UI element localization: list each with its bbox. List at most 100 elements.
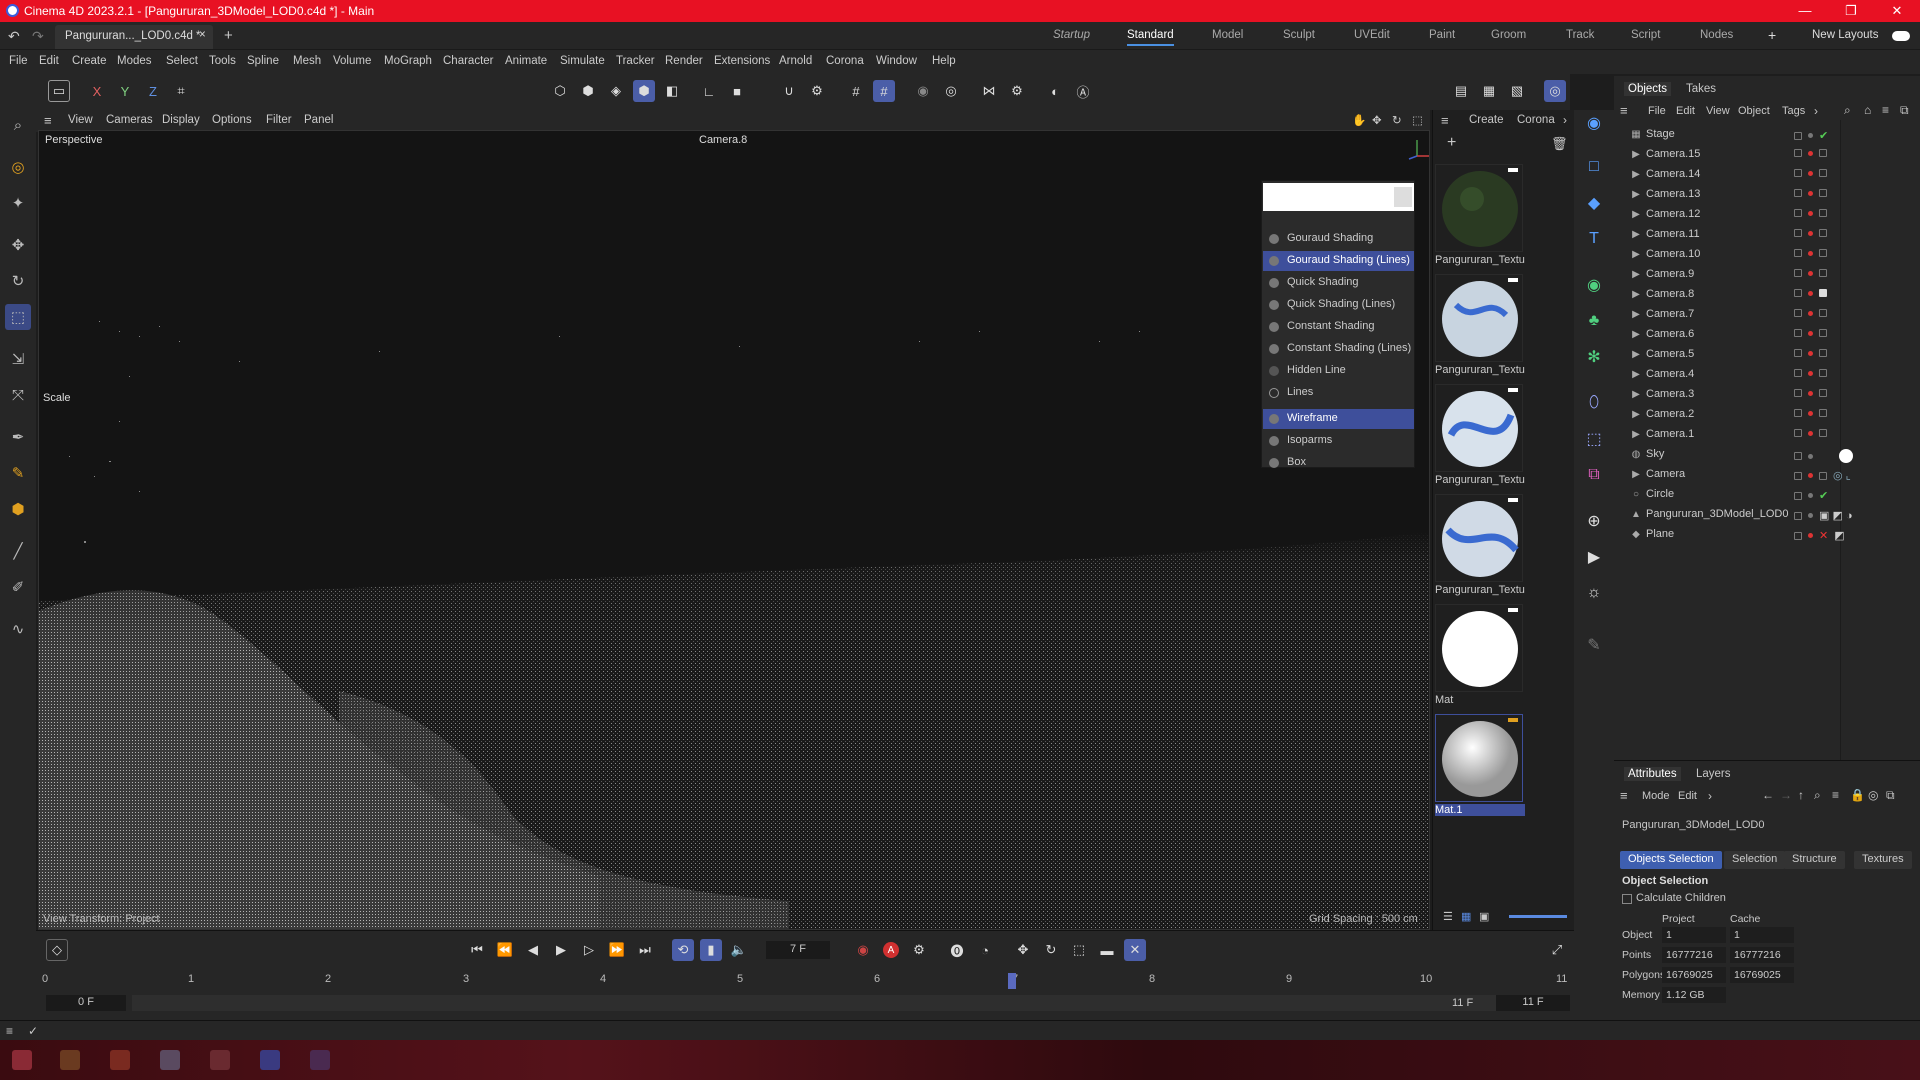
object-row-camera3[interactable]: ▶ Camera.3 (1614, 384, 1920, 404)
document-tab[interactable]: Pangururan..._LOD0.c4d * × (55, 25, 213, 49)
object-flags[interactable] (1794, 249, 1827, 257)
object-flags[interactable] (1794, 289, 1827, 297)
brush-icon[interactable]: ╱ (5, 538, 31, 564)
edit-render-settings-icon[interactable]: ▧ (1506, 80, 1528, 102)
menu-select[interactable]: Select (166, 55, 198, 67)
material-item[interactable]: Pangururan_Textu (1435, 384, 1525, 486)
start-icon[interactable] (12, 1050, 32, 1070)
lock-icon[interactable]: 🔒 (1850, 788, 1865, 802)
status-menu-icon[interactable]: ≡ (6, 1024, 13, 1038)
subtab-selection[interactable]: Selection (1724, 851, 1786, 869)
scale-tool-icon[interactable]: ⬚ (5, 304, 31, 330)
spline-object-icon[interactable]: ⧉ (1581, 462, 1607, 488)
tab-takes[interactable]: Takes (1686, 83, 1716, 95)
lighting-icon[interactable]: ◐ (1044, 80, 1066, 102)
render-region-icon[interactable]: ◉ (912, 80, 934, 102)
next-frame-icon[interactable]: ▷ (578, 939, 600, 961)
render-view-icon[interactable]: ▤ (1450, 80, 1472, 102)
material-item[interactable]: Mat (1435, 604, 1525, 706)
shading-gouraud[interactable]: Gouraud Shading (1263, 229, 1414, 249)
z-axis-button[interactable]: Z (142, 80, 164, 102)
keyframe-settings-icon[interactable]: ⚙ (908, 939, 930, 961)
prev-key-icon[interactable]: ⏪ (494, 939, 516, 961)
object-flags[interactable] (1794, 369, 1827, 377)
record-icon[interactable]: ◉ (852, 939, 874, 961)
timing-icon[interactable]: ◔ (974, 939, 996, 961)
viewport-menu-options[interactable]: Options (212, 114, 252, 126)
menu-mesh[interactable]: Mesh (293, 55, 321, 67)
view-panel-icon[interactable]: ▭ (48, 80, 70, 102)
objects-menu-object[interactable]: Object (1738, 105, 1770, 117)
move-view-icon[interactable]: ✥ (1372, 113, 1382, 127)
cloner-icon[interactable]: ♣ (1581, 308, 1607, 334)
taskbar-app-icon[interactable] (260, 1050, 280, 1070)
shading-quick-lines[interactable]: Quick Shading (Lines) (1263, 295, 1414, 315)
taskbar-app-icon[interactable] (110, 1050, 130, 1070)
shading-search-field[interactable] (1263, 183, 1414, 211)
object-row-plane[interactable]: ◆ Plane ✕ ◩ (1614, 524, 1920, 544)
object-flags[interactable] (1794, 169, 1827, 177)
taskbar-app-icon[interactable] (210, 1050, 230, 1070)
menu-file[interactable]: File (9, 55, 28, 67)
minimize-button[interactable]: — (1782, 0, 1828, 22)
light-icon[interactable]: ☼ (1581, 580, 1607, 606)
transform-tool-icon[interactable]: ⤧ (5, 382, 31, 408)
cube-outline-icon[interactable]: □ (1581, 154, 1607, 180)
menu-volume[interactable]: Volume (333, 55, 371, 67)
menu-modes[interactable]: Modes (117, 55, 152, 67)
menu-spline[interactable]: Spline (247, 55, 279, 67)
edit-icon[interactable]: ✎ (1581, 632, 1607, 658)
viewport-hamburger-icon[interactable]: ≡ (44, 113, 52, 128)
subtab-textures[interactable]: Textures (1854, 851, 1912, 869)
tab-layers[interactable]: Layers (1696, 768, 1731, 780)
range-slider[interactable] (132, 995, 1500, 1011)
material-item[interactable]: Pangururan_Textu (1435, 274, 1525, 376)
object-flags[interactable]: ✕ ◩ (1794, 529, 1845, 542)
field-icon[interactable]: ⬚ (1581, 426, 1607, 452)
chevron-right-icon[interactable]: › (1563, 113, 1567, 127)
large-view-icon[interactable]: ▣ (1479, 910, 1489, 923)
material-hamburger-icon[interactable]: ≡ (1441, 113, 1449, 128)
tab-objects[interactable]: Objects (1624, 82, 1671, 96)
model-mode-icon[interactable]: ⬢ (633, 80, 655, 102)
3d-viewport[interactable]: Perspective Camera.8 Scale View Transfor… (38, 130, 1430, 930)
paint-icon[interactable]: ✐ (5, 574, 31, 600)
polygons-mode-icon[interactable]: ◈ (605, 80, 627, 102)
viewport-camera-label[interactable]: Camera.8 (699, 134, 747, 146)
key-pla-icon[interactable]: ✕ (1124, 939, 1146, 961)
object-row-camera[interactable]: ▶ Camera ◎ ⌞ (1614, 464, 1920, 484)
layout-uvedit[interactable]: UVEdit (1354, 29, 1390, 41)
shading-constant-lines[interactable]: Constant Shading (Lines) (1263, 339, 1414, 359)
status-check-icon[interactable]: ✓ (28, 1024, 38, 1038)
cube-icon[interactable]: ◆ (1581, 190, 1607, 216)
camera-icon[interactable]: ▶ (1581, 544, 1607, 570)
close-tab-button[interactable]: × (199, 29, 206, 41)
layout-groom[interactable]: Groom (1491, 29, 1526, 41)
corona-icon[interactable]: ◎ (1544, 80, 1566, 102)
uv-mode-icon[interactable]: ◧ (661, 80, 683, 102)
close-window-button[interactable]: ✕ (1874, 0, 1920, 22)
list-view-icon[interactable]: ☰ (1443, 910, 1453, 923)
prev-frame-icon[interactable]: ◀ (522, 939, 544, 961)
objects-menu-tags[interactable]: Tags (1782, 105, 1805, 117)
object-flags[interactable] (1794, 309, 1827, 317)
object-flags[interactable]: ✔ (1794, 129, 1828, 142)
sky-material-tag-icon[interactable] (1839, 449, 1853, 463)
menu-render[interactable]: Render (665, 55, 703, 67)
add-layout-button[interactable]: + (1768, 27, 1776, 43)
menu-window[interactable]: Window (876, 55, 917, 67)
menu-arnold[interactable]: Arnold (779, 55, 812, 67)
nav-back-icon[interactable]: ← (1762, 788, 1774, 802)
object-row-camera5[interactable]: ▶ Camera.5 (1614, 344, 1920, 364)
playhead[interactable] (1008, 973, 1016, 989)
material-menu-corona[interactable]: Corona (1517, 114, 1555, 126)
menu-help[interactable]: Help (932, 55, 956, 67)
keyframe-icon[interactable]: ◇ (46, 939, 68, 961)
add-material-icon[interactable]: + (1447, 134, 1456, 152)
menu-mograph[interactable]: MoGraph (384, 55, 432, 67)
object-row-camera12[interactable]: ▶ Camera.12 (1614, 204, 1920, 224)
camera-object-icon[interactable]: ◉ (1581, 110, 1607, 136)
solo-icon[interactable]: ■ (726, 80, 748, 102)
points-mode-icon[interactable]: ⬡ (549, 80, 571, 102)
menu-character[interactable]: Character (443, 55, 494, 67)
